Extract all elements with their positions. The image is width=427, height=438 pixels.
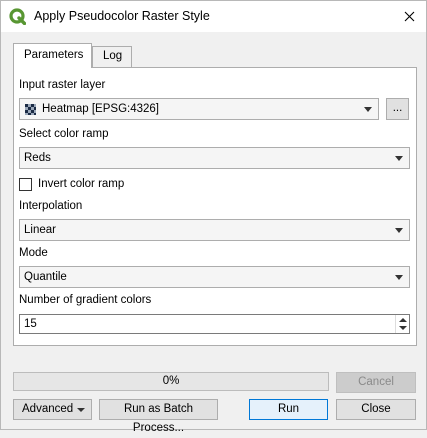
interpolation-label: Interpolation	[19, 200, 83, 212]
chevron-down-icon	[395, 156, 403, 161]
advanced-label: Advanced	[22, 403, 74, 415]
progress-text: 0%	[162, 375, 180, 387]
parameters-panel: Input raster layer Heatmap [EPSG:4326] .…	[13, 67, 417, 346]
interpolation-select[interactable]: Linear	[19, 219, 410, 241]
color-ramp-select[interactable]: Reds	[19, 147, 410, 169]
run-batch-button[interactable]: Run as Batch Process...	[99, 399, 218, 434]
close-button[interactable]: Close	[336, 399, 416, 420]
gradient-colors-label: Number of gradient colors	[19, 294, 152, 306]
dialog-window: Apply Pseudocolor Raster Style Parameter…	[0, 0, 427, 434]
chevron-down-icon	[77, 408, 85, 412]
tab-parameters-label: Parameters	[24, 49, 84, 61]
mode-label: Mode	[19, 247, 48, 259]
tab-parameters[interactable]: Parameters	[13, 43, 92, 68]
spin-down-icon[interactable]	[399, 326, 407, 330]
title-bar[interactable]: Apply Pseudocolor Raster Style	[1, 1, 426, 32]
interpolation-value: Linear	[24, 224, 56, 236]
spin-up-icon[interactable]	[399, 318, 407, 322]
mode-value: Quantile	[24, 271, 67, 283]
chevron-down-icon	[395, 275, 403, 280]
tab-log-label: Log	[103, 50, 123, 62]
input-raster-value: Heatmap [EPSG:4326]	[42, 103, 159, 115]
spin-buttons[interactable]	[395, 315, 409, 333]
chevron-down-icon	[364, 107, 372, 112]
input-raster-select[interactable]: Heatmap [EPSG:4326]	[19, 98, 379, 120]
tab-log[interactable]: Log	[92, 46, 132, 67]
raster-layer-icon	[25, 104, 36, 115]
gradient-colors-value: 15	[24, 318, 37, 330]
browse-button[interactable]: ...	[386, 98, 409, 120]
chevron-down-icon	[395, 228, 403, 233]
mode-select[interactable]: Quantile	[19, 266, 410, 288]
invert-ramp-label: Invert color ramp	[38, 178, 125, 190]
progress-bar: 0%	[13, 372, 329, 391]
input-raster-label: Input raster layer	[19, 79, 106, 91]
gradient-colors-spinbox[interactable]: 15	[19, 314, 410, 334]
window-close-button[interactable]	[392, 1, 426, 32]
invert-ramp-checkbox[interactable]	[19, 178, 32, 191]
cancel-button[interactable]: Cancel	[336, 372, 416, 393]
advanced-button[interactable]: Advanced	[13, 399, 92, 420]
run-button[interactable]: Run	[249, 399, 328, 420]
close-icon	[404, 11, 414, 22]
qgis-logo-icon	[9, 8, 26, 25]
color-ramp-value: Reds	[24, 152, 51, 164]
color-ramp-label: Select color ramp	[19, 128, 109, 140]
window-title: Apply Pseudocolor Raster Style	[34, 9, 210, 23]
